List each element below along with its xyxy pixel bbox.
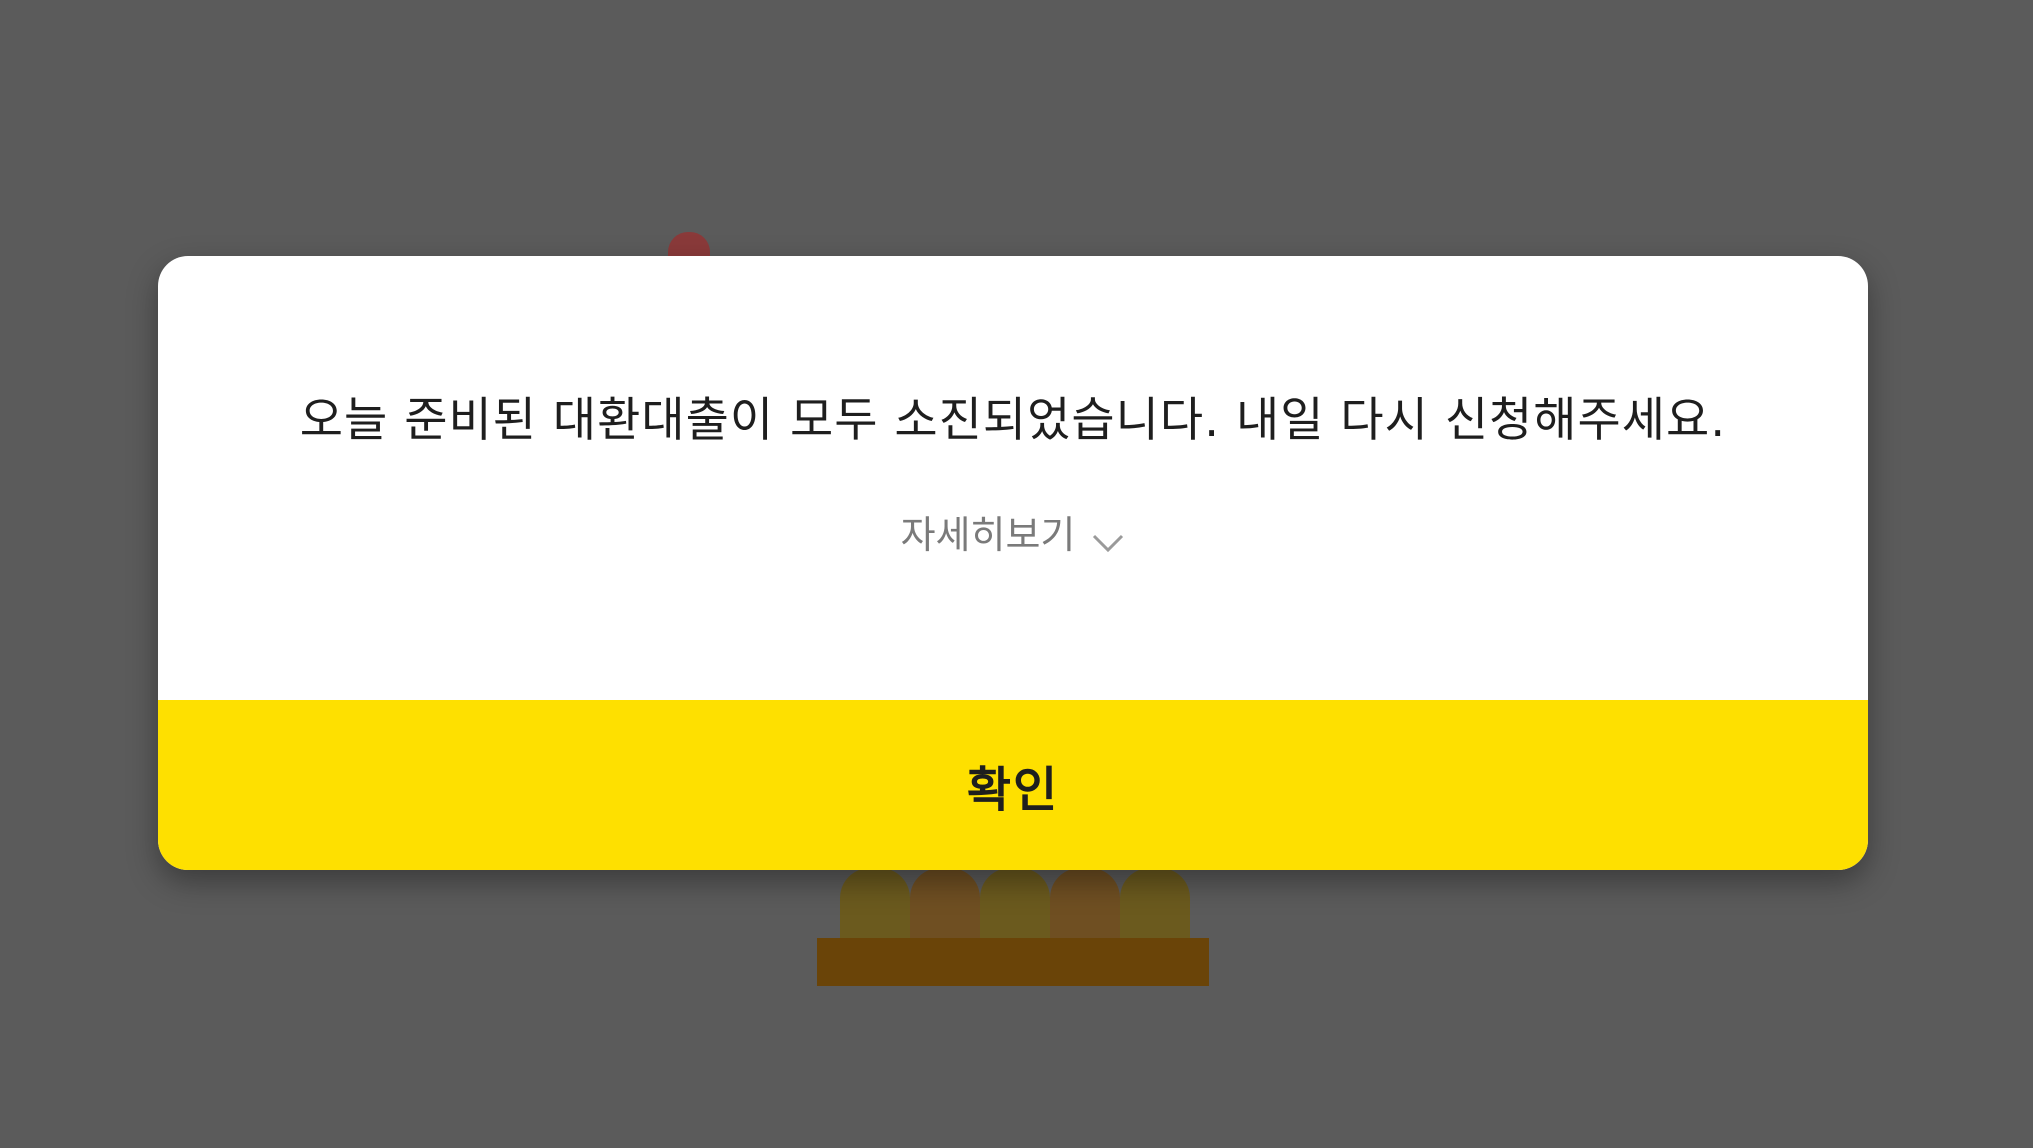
- background-pillar: [1120, 868, 1190, 948]
- background-pillar: [980, 868, 1050, 948]
- background-pillar: [1050, 868, 1120, 948]
- alert-dialog: 오늘 준비된 대환대출이 모두 소진되었습니다. 내일 다시 신청해주세요. 자…: [158, 256, 1868, 870]
- background-pillar: [910, 868, 980, 948]
- confirm-button[interactable]: 확인: [158, 700, 1868, 870]
- details-label: 자세히보기: [900, 513, 1076, 557]
- details-toggle[interactable]: 자세히보기: [158, 504, 1868, 559]
- chevron-down-icon: [1091, 519, 1125, 552]
- background-illustration: [840, 868, 1190, 948]
- dialog-message: 오늘 준비된 대환대출이 모두 소진되었습니다. 내일 다시 신청해주세요.: [299, 393, 1727, 448]
- background-pillar: [840, 868, 910, 948]
- background-pedestal: [817, 938, 1209, 986]
- dialog-body: 오늘 준비된 대환대출이 모두 소진되었습니다. 내일 다시 신청해주세요. 자…: [158, 256, 1868, 700]
